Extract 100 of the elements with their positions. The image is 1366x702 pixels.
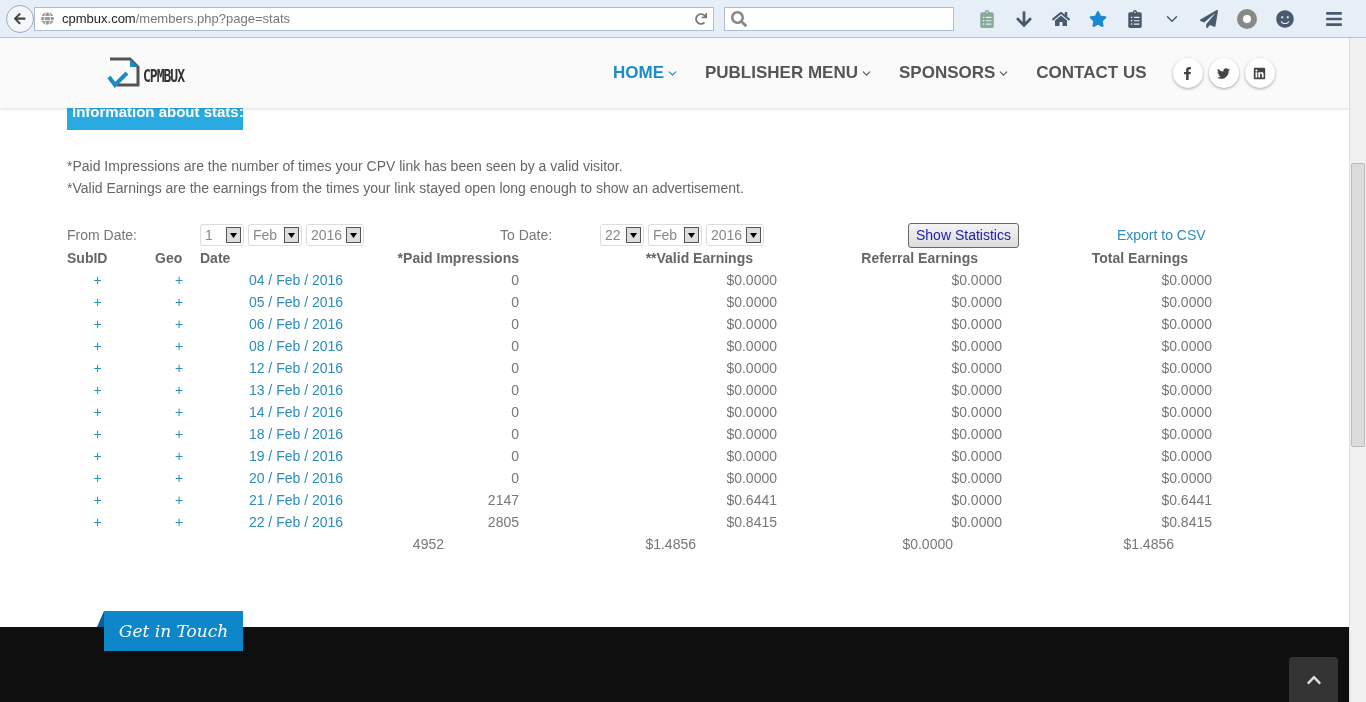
expand-link[interactable]: + xyxy=(140,335,200,357)
expand-link[interactable]: + xyxy=(140,445,200,467)
expand-link[interactable]: + xyxy=(140,291,200,313)
reading-list-icon[interactable] xyxy=(1126,9,1144,28)
smiley-icon[interactable] xyxy=(1276,9,1294,28)
table-cell-text: $0.0000 xyxy=(725,315,778,334)
expand-link[interactable]: + xyxy=(67,511,140,533)
table-cell-text: $0.0000 xyxy=(950,271,1003,290)
table-cell-text: $0.0000 xyxy=(950,491,1003,510)
table-cell-text: $0.8415 xyxy=(725,513,778,532)
table-cell-text: $0.0000 xyxy=(1160,359,1213,378)
date-link[interactable]: 08 / Feb / 2016 xyxy=(200,335,400,357)
table-cell-text: 0 xyxy=(510,403,520,422)
date-link[interactable]: 22 / Feb / 2016 xyxy=(200,511,400,533)
total-cell-text: 4952 xyxy=(411,535,445,554)
nav-link[interactable]: HOME xyxy=(612,63,679,83)
expand-link[interactable]: + xyxy=(67,291,140,313)
date-link[interactable]: 04 / Feb / 2016 xyxy=(200,269,400,291)
table-cell-text: 0 xyxy=(510,425,520,444)
download-icon[interactable] xyxy=(1015,9,1033,28)
paper-plane-icon[interactable] xyxy=(1200,9,1218,28)
date-link[interactable]: 05 / Feb / 2016 xyxy=(200,291,400,313)
date-select[interactable]: 2016 xyxy=(706,224,764,246)
date-select[interactable]: Feb xyxy=(648,224,702,246)
back-to-top-button[interactable] xyxy=(1289,657,1338,702)
expand-link[interactable]: + xyxy=(67,423,140,445)
expand-link[interactable]: + xyxy=(67,335,140,357)
logo-icon xyxy=(107,57,141,89)
expand-link[interactable]: + xyxy=(140,357,200,379)
expand-link[interactable]: + xyxy=(67,401,140,423)
date-link[interactable]: 18 / Feb / 2016 xyxy=(200,423,400,445)
linkedin-icon[interactable] xyxy=(1244,58,1275,88)
show-statistics-button[interactable]: Show Statistics xyxy=(908,222,1019,248)
table-cell-text: $0.0000 xyxy=(1160,337,1213,356)
nav-link[interactable]: CONTACT US xyxy=(1036,63,1147,83)
expand-link[interactable]: + xyxy=(67,489,140,511)
home-icon[interactable] xyxy=(1052,9,1070,28)
total-cell-text: $1.4856 xyxy=(1122,535,1175,554)
expand-link[interactable]: + xyxy=(140,269,200,291)
table-cell-text: 2805 xyxy=(486,513,520,532)
table-cell-text: 0 xyxy=(510,315,520,334)
table-cell-text: $0.0000 xyxy=(725,447,778,466)
nav-link[interactable]: PUBLISHER MENU xyxy=(704,63,873,83)
date-link[interactable]: 06 / Feb / 2016 xyxy=(200,313,400,335)
expand-link[interactable]: + xyxy=(67,313,140,335)
menu-icon[interactable] xyxy=(1325,9,1343,28)
date-link[interactable]: 12 / Feb / 2016 xyxy=(200,357,400,379)
note-text: *Valid Earnings are the earnings from the times your link stayed open long enough to show an advertisement. xyxy=(67,179,745,197)
table-cell-text: $0.8415 xyxy=(1160,513,1213,532)
date-link[interactable]: 20 / Feb / 2016 xyxy=(200,467,400,489)
table-cell-text: $0.0000 xyxy=(1160,425,1213,444)
table-cell-text: $0.0000 xyxy=(1160,381,1213,400)
column-header: SubID xyxy=(67,249,109,268)
table-cell-text: $0.0000 xyxy=(1160,403,1213,422)
facebook-icon[interactable] xyxy=(1172,58,1203,88)
date-link[interactable]: 14 / Feb / 2016 xyxy=(200,401,400,423)
bird-icon[interactable] xyxy=(1208,58,1239,88)
search-field[interactable] xyxy=(724,6,954,31)
table-cell-text: $0.0000 xyxy=(950,513,1003,532)
table-cell-text: $0.0000 xyxy=(1160,469,1213,488)
table-cell-text: $0.0000 xyxy=(950,425,1003,444)
column-header: Total Earnings xyxy=(1090,249,1189,268)
expand-link[interactable]: + xyxy=(140,313,200,335)
table-cell-text: $0.0000 xyxy=(725,381,778,400)
table-cell-text: 0 xyxy=(510,359,520,378)
table-cell-text: $0.0000 xyxy=(950,315,1003,334)
expand-link[interactable]: + xyxy=(67,269,140,291)
expand-link[interactable]: + xyxy=(140,511,200,533)
from-date-label: From Date: xyxy=(67,227,138,243)
date-select[interactable]: 22 xyxy=(600,224,644,246)
date-select[interactable]: 2016 xyxy=(306,224,364,246)
date-link[interactable]: 21 / Feb / 2016 xyxy=(200,489,400,511)
nav-link[interactable]: SPONSORS xyxy=(899,63,1011,83)
table-cell-text: 0 xyxy=(510,293,520,312)
expand-link[interactable]: + xyxy=(140,379,200,401)
table-cell-text: $0.0000 xyxy=(1160,271,1213,290)
expand-link[interactable]: + xyxy=(140,423,200,445)
table-cell-text: $0.0000 xyxy=(950,469,1003,488)
column-header: Referral Earnings xyxy=(860,249,979,268)
expand-link[interactable]: + xyxy=(67,379,140,401)
date-select[interactable]: Feb xyxy=(248,224,302,246)
address-bar[interactable]: cpmbux.com/members.php?page=stats xyxy=(34,6,714,31)
date-link[interactable]: 19 / Feb / 2016 xyxy=(200,445,400,467)
expand-link[interactable]: + xyxy=(140,467,200,489)
expand-link[interactable]: + xyxy=(140,401,200,423)
table-cell-text: $0.0000 xyxy=(725,337,778,356)
note-text: *Paid Impressions are the number of times your CPV link has been seen by a valid visitor. xyxy=(67,157,624,175)
date-select[interactable]: 1 xyxy=(200,224,244,246)
expand-link[interactable]: + xyxy=(67,467,140,489)
expand-link[interactable]: + xyxy=(67,445,140,467)
table-cell-text: $0.0000 xyxy=(725,293,778,312)
expand-link[interactable]: + xyxy=(140,489,200,511)
star-icon[interactable] xyxy=(1089,9,1107,28)
back-button[interactable] xyxy=(6,4,34,33)
scrollbar[interactable] xyxy=(1349,38,1366,702)
expand-link[interactable]: + xyxy=(67,357,140,379)
table-cell-text: $0.0000 xyxy=(725,425,778,444)
reload-icon[interactable] xyxy=(695,12,707,25)
date-link[interactable]: 13 / Feb / 2016 xyxy=(200,379,400,401)
export-link[interactable]: Export to CSV xyxy=(1116,227,1206,243)
